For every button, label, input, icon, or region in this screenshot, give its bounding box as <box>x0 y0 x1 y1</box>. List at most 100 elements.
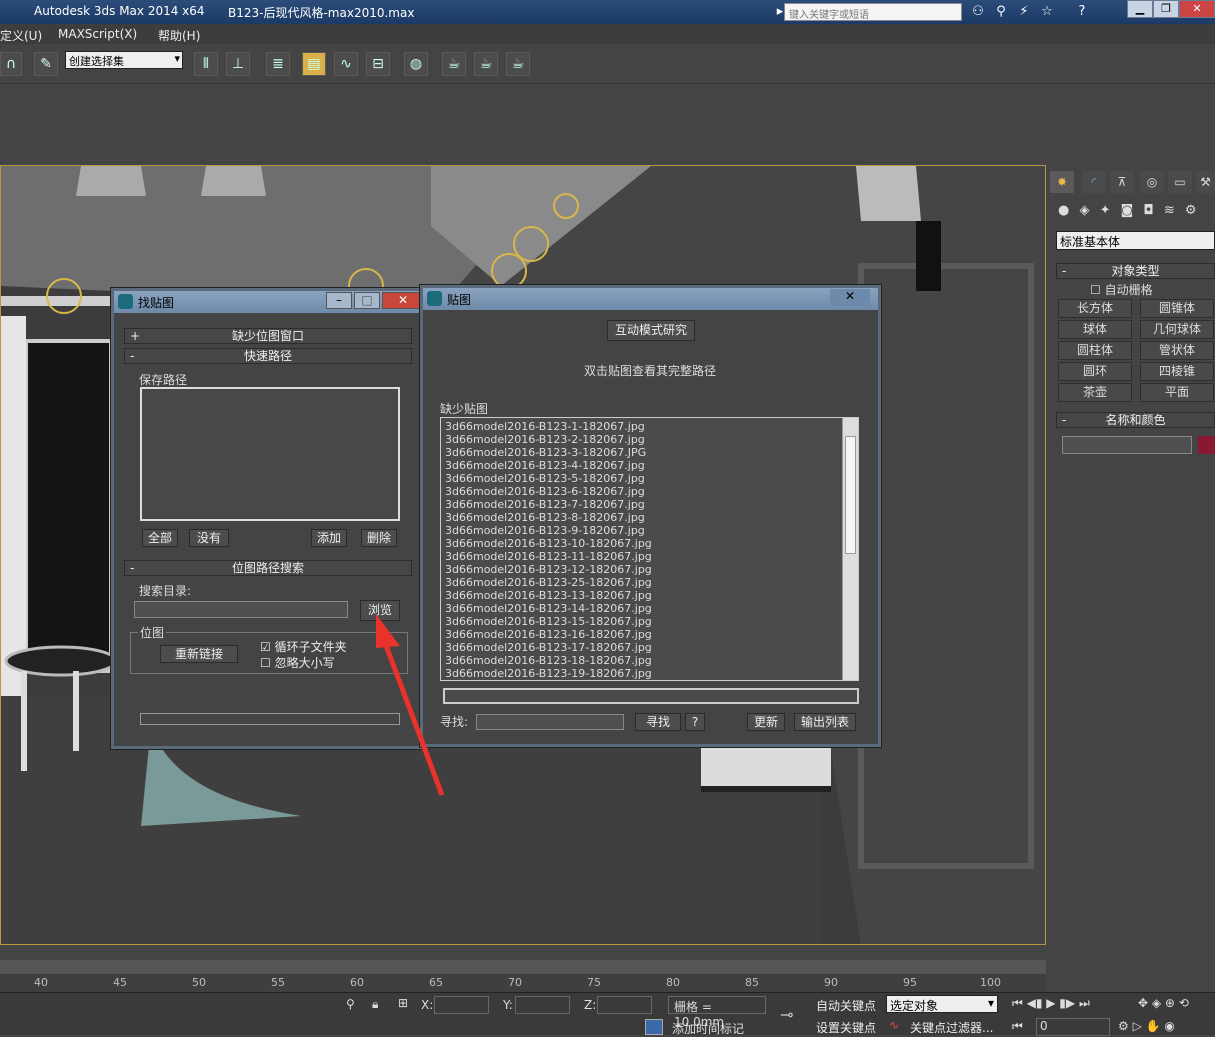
key-icon[interactable]: ⊸ <box>780 1005 793 1024</box>
teapot-button[interactable]: 茶壶 <box>1058 383 1132 402</box>
help-button[interactable]: ? <box>685 713 705 731</box>
file-list-item[interactable]: 3d66model2016-B123-1-182067.jpg <box>443 420 858 433</box>
file-list-item[interactable]: 3d66model2016-B123-10-182067.jpg <box>443 537 858 550</box>
minimize-button[interactable]: – <box>326 292 352 309</box>
x-coord-input[interactable] <box>434 996 489 1014</box>
primitive-type-dropdown[interactable]: 标准基本体 <box>1056 231 1215 250</box>
material-editor-icon[interactable]: ◍ <box>404 52 428 76</box>
cone-button[interactable]: 圆锥体 <box>1140 299 1214 318</box>
mirror-icon[interactable]: ⫴ <box>194 52 218 76</box>
maximize-button[interactable]: □ <box>354 292 380 309</box>
schematic-view-icon[interactable]: ⊟ <box>366 52 390 76</box>
missing-maps-list[interactable]: 3d66model2016-B123-1-182067.jpg 3d66model… <box>440 417 859 681</box>
exchange-icon[interactable]: ⚡ <box>1014 3 1034 21</box>
close-button[interactable]: ✕ <box>830 289 870 306</box>
key-icon[interactable]: ⚲ <box>991 3 1011 21</box>
menu-help[interactable]: 帮助(H) <box>158 27 200 44</box>
object-type-rollout[interactable]: - 对象类型 <box>1056 263 1215 279</box>
find-input[interactable] <box>476 714 624 730</box>
save-path-list[interactable] <box>140 387 400 521</box>
motion-tab-icon[interactable]: ◎ <box>1140 171 1164 193</box>
bitmap-path-search-rollout[interactable]: - 位图路径搜索 <box>124 560 412 576</box>
render-setup-icon[interactable]: ☕ <box>442 52 466 76</box>
name-color-rollout[interactable]: - 名称和颜色 <box>1056 412 1215 428</box>
object-color-swatch[interactable] <box>1198 436 1215 454</box>
file-list-item[interactable]: 3d66model2016-B123-18-182067.jpg <box>443 654 858 667</box>
utilities-tab-icon[interactable]: ⚒ <box>1196 171 1215 193</box>
file-list-item[interactable]: 3d66model2016-B123-16-182067.jpg <box>443 628 858 641</box>
box-button[interactable]: 长方体 <box>1058 299 1132 318</box>
tube-button[interactable]: 管状体 <box>1140 341 1214 360</box>
none-button[interactable]: 没有 <box>189 529 229 547</box>
file-list-item[interactable]: 3d66model2016-B123-25-182067.jpg <box>443 576 858 589</box>
relink-button[interactable]: 重新链接 <box>160 645 238 663</box>
close-button[interactable]: ✕ <box>382 292 424 309</box>
set-key-button[interactable]: 设置关键点 <box>816 1019 884 1036</box>
file-list-item[interactable]: 3d66model2016-B123-8-182067.jpg <box>443 511 858 524</box>
quick-path-rollout[interactable]: - 快速路径 <box>124 348 412 364</box>
cameras-icon[interactable]: ◙ <box>1121 203 1134 218</box>
binoculars-icon[interactable]: ⚇ <box>968 3 988 21</box>
viewport-nav-icons[interactable]: ✥ ◈ ⊕ ⟲ <box>1138 996 1189 1010</box>
file-list-item[interactable]: 3d66model2016-B123-15-182067.jpg <box>443 615 858 628</box>
search-input[interactable]: 键入关键字或短语 <box>784 3 962 21</box>
curve-editor-icon[interactable]: ∿ <box>334 52 358 76</box>
scene-explorer-icon[interactable]: ▤ <box>302 52 326 76</box>
current-frame-input[interactable]: 0 <box>1036 1018 1110 1036</box>
file-list-item[interactable]: 3d66model2016-B123-3-182067.JPG <box>443 446 858 459</box>
key-target-dropdown[interactable]: 选定对象 ▾ <box>886 995 998 1013</box>
sphere-button[interactable]: 球体 <box>1058 320 1132 339</box>
export-list-button[interactable]: 输出列表 <box>794 713 856 731</box>
missing-bitmap-rollout[interactable]: + 缺少位图窗口 <box>124 328 412 344</box>
systems-icon[interactable]: ⚙ <box>1185 203 1197 218</box>
help-icon[interactable]: ? <box>1072 3 1092 21</box>
time-tag-icon[interactable] <box>645 1019 663 1035</box>
torus-button[interactable]: 圆环 <box>1058 362 1132 381</box>
lights-icon[interactable]: ✦ <box>1100 203 1111 218</box>
file-list-item[interactable]: 3d66model2016-B123-9-182067.jpg <box>443 524 858 537</box>
add-time-tag-label[interactable]: 添加时间标记 <box>672 1020 744 1037</box>
interactive-mode-button[interactable]: 互动模式研究 <box>607 320 695 341</box>
search-dir-input[interactable] <box>134 601 348 618</box>
delete-button[interactable]: 删除 <box>361 529 397 547</box>
key-mode-icon[interactable]: ⏮ <box>1012 1019 1023 1034</box>
maximize-button[interactable]: ❐ <box>1153 0 1179 18</box>
scrollbar-thumb[interactable] <box>845 436 856 554</box>
menu-maxscript[interactable]: MAXScript(X) <box>58 27 137 41</box>
layer-icon[interactable]: ≣ <box>266 52 290 76</box>
create-tab-icon[interactable]: ✸ <box>1050 171 1074 193</box>
rendered-frame-icon[interactable]: ☕ <box>474 52 498 76</box>
absolute-mode-icon[interactable]: ⊞ <box>398 996 408 1010</box>
render-icon[interactable]: ☕ <box>506 52 530 76</box>
file-list-item[interactable]: 3d66model2016-B123-13-182067.jpg <box>443 589 858 602</box>
isolate-icon[interactable]: ⚲ <box>346 997 355 1011</box>
scrollbar[interactable] <box>842 418 858 680</box>
object-name-input[interactable] <box>1062 436 1192 454</box>
loop-subfolders-checkbox[interactable]: ☑ 循环子文件夹 <box>260 638 347 655</box>
minimize-button[interactable]: ▁ <box>1127 0 1153 18</box>
selection-set-dropdown[interactable]: 创建选择集 ▾ <box>65 51 183 69</box>
all-button[interactable]: 全部 <box>142 529 178 547</box>
file-list-item[interactable]: 3d66model2016-B123-5-182067.jpg <box>443 472 858 485</box>
file-list-item[interactable]: 3d66model2016-B123-11-182067.jpg <box>443 550 858 563</box>
key-filters-button[interactable]: 关键点过滤器... <box>910 1019 1000 1036</box>
find-button[interactable]: 寻找 <box>635 713 681 731</box>
file-list-item[interactable]: 3d66model2016-B123-19-182067.jpg <box>443 667 858 680</box>
auto-key-button[interactable]: 自动关键点 <box>816 997 884 1014</box>
add-button[interactable]: 添加 <box>311 529 347 547</box>
menu-customize[interactable]: 定义(U) <box>0 27 42 44</box>
file-list-item[interactable]: 3d66model2016-B123-6-182067.jpg <box>443 485 858 498</box>
pyramid-button[interactable]: 四棱锥 <box>1140 362 1214 381</box>
cylinder-button[interactable]: 圆柱体 <box>1058 341 1132 360</box>
file-list-item[interactable]: 3d66model2016-B123-14-182067.jpg <box>443 602 858 615</box>
file-list-item[interactable]: 3d66model2016-B123-4-182067.jpg <box>443 459 858 472</box>
modify-tab-icon[interactable]: ◜ <box>1082 171 1106 193</box>
viewport-nav-icons-2[interactable]: ⚙ ▷ ✋ ◉ <box>1118 1019 1175 1033</box>
snap-icon[interactable]: ∩ <box>0 52 22 76</box>
file-list-item[interactable]: 3d66model2016-B123-7-182067.jpg <box>443 498 858 511</box>
align-icon[interactable]: ⊥ <box>226 52 250 76</box>
helpers-icon[interactable]: ◘ <box>1143 203 1153 218</box>
update-button[interactable]: 更新 <box>747 713 785 731</box>
z-coord-input[interactable] <box>597 996 652 1014</box>
file-list-item[interactable]: 3d66model2016-B123-17-182067.jpg <box>443 641 858 654</box>
